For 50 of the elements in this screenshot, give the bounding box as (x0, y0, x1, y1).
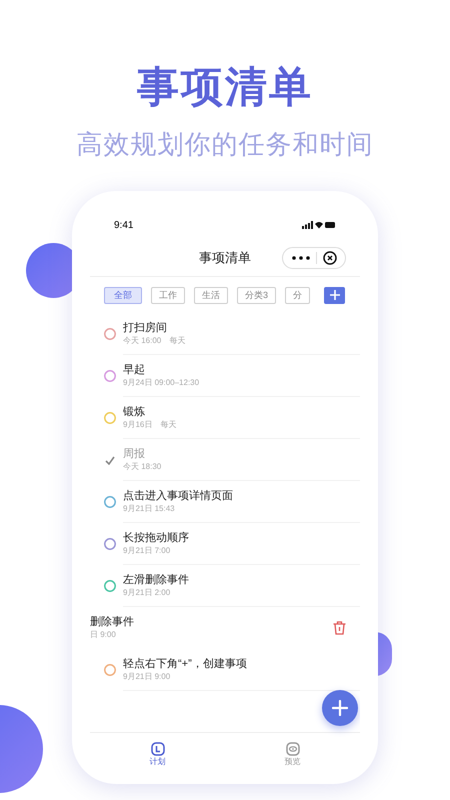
clock-icon (150, 742, 164, 756)
category-chip[interactable]: 分 (285, 286, 310, 304)
task-title: 删除事件 (90, 617, 134, 628)
task-time: 日 9:00 (90, 631, 116, 639)
capsule-menu[interactable] (282, 247, 346, 269)
task-time: 9月24日 09:00–12:30 (123, 379, 200, 387)
subtitle: 高效规划你的任务和时间 (76, 131, 374, 157)
task-time: 9月21日 9:00 (123, 673, 170, 681)
task-checkbox[interactable] (104, 496, 116, 508)
category-chip[interactable]: 生活 (194, 286, 228, 304)
task-checkbox[interactable] (104, 412, 116, 424)
task-time: 今天 18:30 (123, 463, 162, 471)
task-title: 早起 (123, 365, 145, 376)
status-icons (302, 221, 336, 229)
task-title: 打扫房间 (123, 323, 167, 334)
task-checkbox[interactable] (104, 664, 116, 676)
plus-icon (330, 290, 340, 300)
trash-icon[interactable] (333, 621, 346, 635)
task-time: 9月21日 2:00 (123, 589, 170, 597)
task-time: 9月21日 7:00 (123, 547, 170, 555)
task-time: 今天 16:00 (123, 337, 162, 345)
task-time: 9月16日 (123, 421, 152, 429)
task-repeat: 每天 (160, 421, 176, 429)
task-checkbox[interactable] (104, 538, 116, 550)
add-task-button[interactable] (322, 690, 358, 726)
task-title: 锻炼 (123, 407, 145, 418)
task-title: 轻点右下角“+”，创建事项 (123, 659, 247, 670)
task-title: 点击进入事项详情页面 (123, 491, 233, 502)
headline: 事项清单 (137, 66, 313, 108)
status-time: 9:41 (114, 218, 134, 232)
eye-icon (286, 742, 300, 756)
tab-bar-item[interactable]: 预览 (225, 733, 360, 774)
category-chip[interactable]: 全部 (104, 286, 142, 304)
more-icon[interactable] (292, 256, 310, 260)
nav-title: 事项清单 (199, 248, 251, 267)
task-time: 9月21日 15:43 (123, 505, 175, 513)
task-checkbox[interactable] (104, 328, 116, 340)
tab-bar-item[interactable]: 计划 (90, 733, 225, 774)
add-category-button[interactable] (324, 286, 345, 304)
task-title: 长按拖动顺序 (123, 533, 189, 544)
task-checkbox[interactable] (104, 580, 116, 592)
category-chip[interactable]: 分类3 (237, 286, 276, 304)
task-checkbox[interactable] (104, 370, 116, 382)
check-icon[interactable] (105, 456, 115, 464)
task-title: 左滑删除事件 (123, 575, 189, 586)
plus-icon (332, 700, 348, 716)
task-repeat: 每天 (169, 337, 186, 345)
close-icon[interactable] (323, 251, 337, 265)
category-chip[interactable]: 工作 (151, 286, 185, 304)
task-title: 周报 (123, 449, 145, 460)
